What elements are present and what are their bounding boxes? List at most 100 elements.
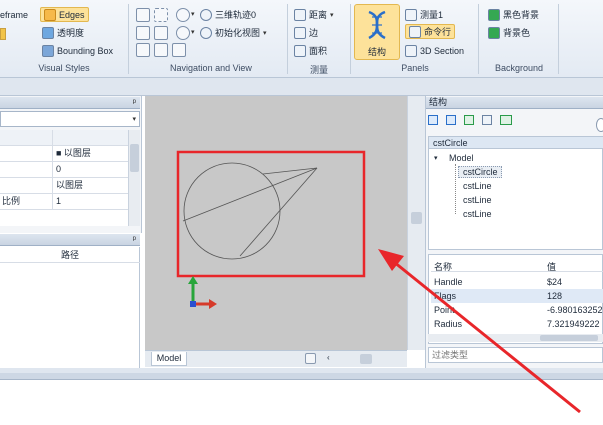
zoom-icon[interactable] [176,8,190,22]
group-separator [350,4,351,74]
refresh-icon[interactable] [464,115,474,125]
zoom-extents-icon[interactable] [154,26,168,40]
background-color-icon [488,26,500,39]
tree-node-cstline[interactable]: cstLine [463,209,492,219]
app-window: eframe Edges 透明度 Bounding Box Visual Sty… [0,0,603,425]
tree-header: cstCircle [429,137,603,149]
scrollbar-thumb[interactable] [130,144,139,172]
list-view-icon[interactable] [428,115,438,125]
background-group-label: Background [494,63,544,73]
orbit-icon [200,8,212,21]
command-line-button[interactable]: 命令行 [405,24,456,39]
scrollbar-thumb[interactable] [411,212,422,224]
transparency-button[interactable]: 透明度 [42,25,84,40]
path-column-header[interactable]: 路径 [0,247,140,263]
property-grid: ■ 以图层 0 以图层 比例 1 [0,130,128,226]
distance-icon [294,8,306,21]
edges-icon [44,8,56,21]
navigation-group-label: Navigation and View [170,63,252,73]
drawn-circle[interactable] [183,162,281,260]
zoom-dropdown-icon[interactable]: ▾ [191,10,195,18]
init-view-button[interactable]: 初始化视图 ▾ [200,25,267,40]
group-separator [287,4,288,74]
property-row[interactable]: 以图层 [0,178,128,194]
left-panel-title-bar: ᵖ [0,97,140,109]
edges-button[interactable]: Edges [40,7,89,22]
pin-icon[interactable]: ᵖ [133,234,136,244]
tree-node-model[interactable]: Model [449,153,474,163]
panels-group-label: Panels [401,63,429,73]
property-grid-scrollbar[interactable] [128,130,140,226]
property-row[interactable] [0,130,128,146]
background-color-button[interactable]: 背景色 [488,25,530,40]
wireframe-button[interactable]: eframe [0,7,28,22]
hand-icon[interactable] [172,43,186,57]
annotation-arrow [378,249,581,414]
drawing-viewport[interactable] [145,96,407,350]
pan-icon[interactable] [136,8,150,22]
edge-icon [294,26,306,39]
tree-node-cstcircle[interactable]: cstCircle [463,167,498,177]
distance-button[interactable]: 距离 ▾ [294,7,334,22]
init-view-icon [200,26,212,39]
tree-collapse-icon[interactable]: ▾ [434,154,438,162]
ucs-axis-icon [188,276,217,309]
zoom-in-icon[interactable] [136,26,150,40]
measure1-button[interactable]: 测量1 [405,7,443,22]
property-row[interactable]: 0 [0,162,128,178]
measure-group-label: 测量 [309,65,328,75]
property-row[interactable]: 比例 1 [0,194,128,210]
edge-button[interactable]: 边 [294,25,318,40]
transparency-icon [42,26,54,39]
drawing-canvas [176,150,366,309]
tab-menu-icon[interactable] [305,353,316,364]
black-background-button[interactable]: 黑色背景 [488,7,539,22]
init-view-dropdown-icon[interactable]: ▾ [263,29,267,37]
document-tab-strip [0,78,603,96]
black-background-icon [488,8,500,21]
model-tab[interactable]: Model [151,352,187,366]
object-selector-dropdown[interactable]: ▾ [0,111,140,127]
copy-icon[interactable] [136,43,150,57]
regen-icon[interactable] [154,43,168,57]
structure-button[interactable]: 结构 [354,4,400,60]
pin-icon[interactable]: ᵖ [133,97,136,107]
drawn-line[interactable] [182,167,318,222]
import-icon[interactable] [500,115,512,125]
group-separator [558,4,559,74]
zoom-window-icon[interactable] [154,8,168,22]
columns-icon[interactable] [446,115,456,125]
drawn-line[interactable] [239,167,318,257]
tree-node-cstline[interactable]: cstLine [463,195,492,205]
group-separator [478,4,479,74]
structure-panel-title: 结构 [426,97,603,109]
visual-styles-group-label: Visual Styles [38,63,90,73]
section-3d-button[interactable]: 3D Section [405,43,464,58]
zoom-out-icon[interactable] [176,26,190,40]
help-icon[interactable] [596,118,603,132]
property-row[interactable]: ■ 以图层 [0,146,128,162]
structure-button-label: 结构 [367,47,386,57]
group-separator [128,4,129,74]
path-panel: 路径 [0,247,140,368]
tree-node-cstline[interactable]: cstLine [463,181,492,191]
zoom-out-dropdown-icon[interactable]: ▾ [191,28,195,36]
dna-icon [368,10,386,40]
area-icon [294,44,306,57]
wireframe-icon [0,28,6,40]
scroll-left-icon[interactable]: ‹ [327,353,330,362]
command-line-icon [409,25,421,38]
export-icon[interactable] [482,115,492,125]
area-button[interactable]: 面积 [294,43,327,58]
ribbon: eframe Edges 透明度 Bounding Box Visual Sty… [0,0,603,78]
measure-icon [405,8,417,21]
path-panel-title-bar: ᵖ [0,234,140,246]
bounding-box-button[interactable]: Bounding Box [42,43,113,58]
section-icon [405,44,417,57]
viewport-tab-bar: Model ‹ [145,350,407,367]
tree-connector [455,164,456,214]
distance-dropdown-icon[interactable]: ▾ [330,11,334,19]
orbit-3d-button[interactable]: 三维轨迹0 [200,7,256,22]
chevron-down-icon: ▾ [132,116,136,123]
bounding-box-icon [42,44,54,57]
